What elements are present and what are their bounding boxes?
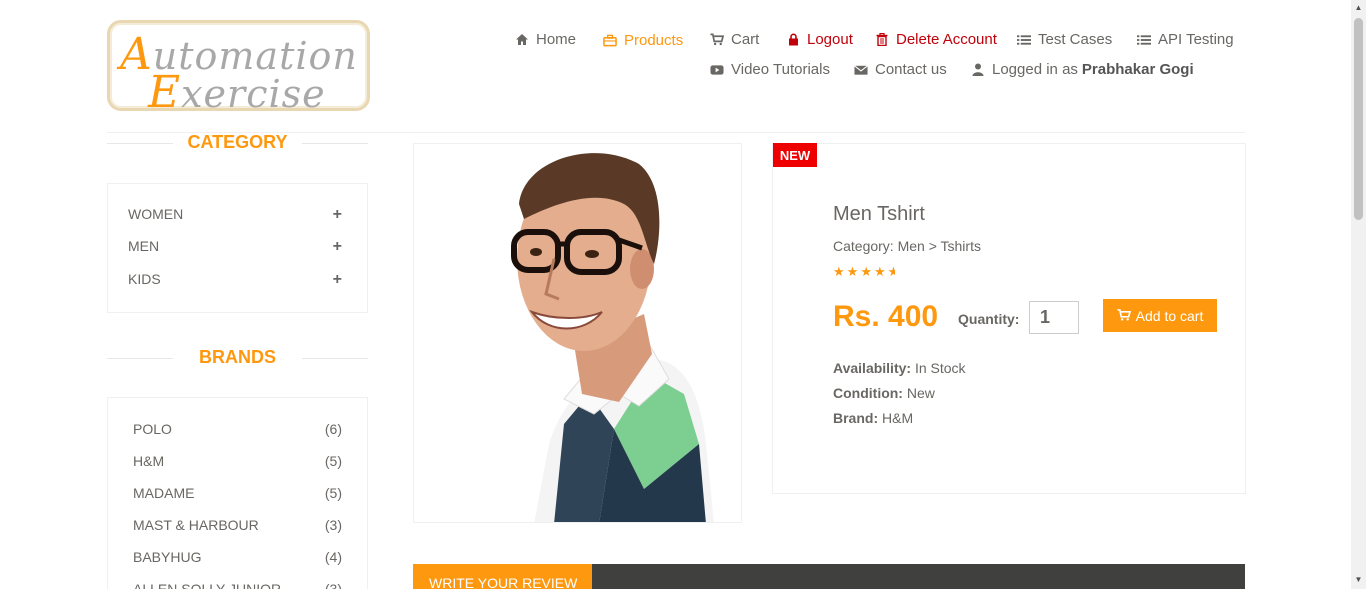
product-price: Rs. 400 [833, 300, 939, 333]
star-icon: ★ [860, 264, 874, 279]
home-icon [515, 33, 529, 47]
nav-products[interactable]: Products [603, 32, 683, 49]
category-women[interactable]: WOMEN + [128, 206, 342, 224]
star-icon: ★ [873, 264, 888, 279]
trash-icon [875, 33, 889, 47]
nav-logout[interactable]: Logout [786, 31, 853, 48]
write-review-tab[interactable]: WRITE YOUR REVIEW [413, 564, 592, 589]
brands-title: BRANDS [107, 347, 368, 368]
brand-polo[interactable]: POLO (6) [133, 421, 342, 437]
nav-home[interactable]: Home [515, 31, 576, 48]
lock-icon [786, 33, 800, 47]
logo-line2: Exercise [148, 67, 326, 118]
rating-stars: ★★★★★ [833, 264, 895, 280]
brand-mast-harbour[interactable]: MAST & HARBOUR (3) [133, 517, 342, 533]
product-image [413, 143, 742, 523]
brand-hm[interactable]: H&M (5) [133, 453, 342, 469]
brand-babyhug[interactable]: BABYHUG (4) [133, 549, 342, 565]
logged-in-username: Prabhakar Gogi [1081, 61, 1194, 78]
briefcase-icon [603, 34, 617, 48]
list-icon [1017, 33, 1031, 47]
brand: Brand: H&M [833, 410, 914, 426]
availability: Availability: In Stock [833, 360, 966, 376]
nav-contact-us[interactable]: Contact us [854, 61, 947, 78]
logged-in-status: Logged in as Prabhakar Gogi [971, 61, 1194, 78]
add-to-cart-button[interactable]: Add to cart [1103, 299, 1217, 332]
nav-delete-account[interactable]: Delete Account [875, 31, 997, 48]
user-icon [971, 63, 985, 77]
brand-madame[interactable]: MADAME (5) [133, 485, 342, 501]
envelope-icon [854, 63, 868, 77]
quantity-label: Quantity: [958, 311, 1020, 327]
category-men[interactable]: MEN + [128, 238, 342, 256]
condition: Condition: New [833, 385, 935, 401]
scroll-up-arrow-icon[interactable]: ▲ [1354, 3, 1363, 13]
scrollbar-thumb[interactable] [1354, 18, 1363, 220]
category-panel: WOMEN + MEN + KIDS + [107, 183, 368, 313]
nav-cart[interactable]: Cart [710, 31, 759, 48]
scroll-down-arrow-icon[interactable]: ▼ [1354, 575, 1363, 585]
category-kids[interactable]: KIDS + [128, 271, 342, 289]
star-icon: ★ [833, 264, 847, 279]
nav-test-cases[interactable]: Test Cases [1017, 31, 1112, 48]
plus-icon[interactable]: + [333, 271, 342, 289]
new-badge: NEW [773, 143, 817, 167]
category-title: CATEGORY [107, 132, 368, 153]
cart-icon [1117, 308, 1131, 324]
nav-video-tutorials[interactable]: Video Tutorials [710, 61, 830, 78]
star-half-icon: ★ [888, 264, 895, 280]
product-category: Category: Men > Tshirts [833, 238, 981, 254]
nav-api-testing[interactable]: API Testing [1137, 31, 1234, 48]
site-logo[interactable]: Automation Exercise [107, 20, 370, 118]
brand-allen-solly-junior[interactable]: ALLEN SOLLY JUNIOR (3) [133, 581, 342, 589]
plus-icon[interactable]: + [333, 206, 342, 224]
youtube-play-icon [710, 63, 724, 77]
list-icon [1137, 33, 1151, 47]
cart-icon [710, 33, 724, 47]
brands-panel: POLO (6) H&M (5) MADAME (5) MAST & HARBOUR(… [107, 397, 368, 589]
plus-icon[interactable]: + [333, 238, 342, 256]
product-name: Men Tshirt [833, 203, 925, 225]
star-icon: ★ [846, 264, 861, 279]
quantity-input[interactable] [1029, 301, 1079, 334]
